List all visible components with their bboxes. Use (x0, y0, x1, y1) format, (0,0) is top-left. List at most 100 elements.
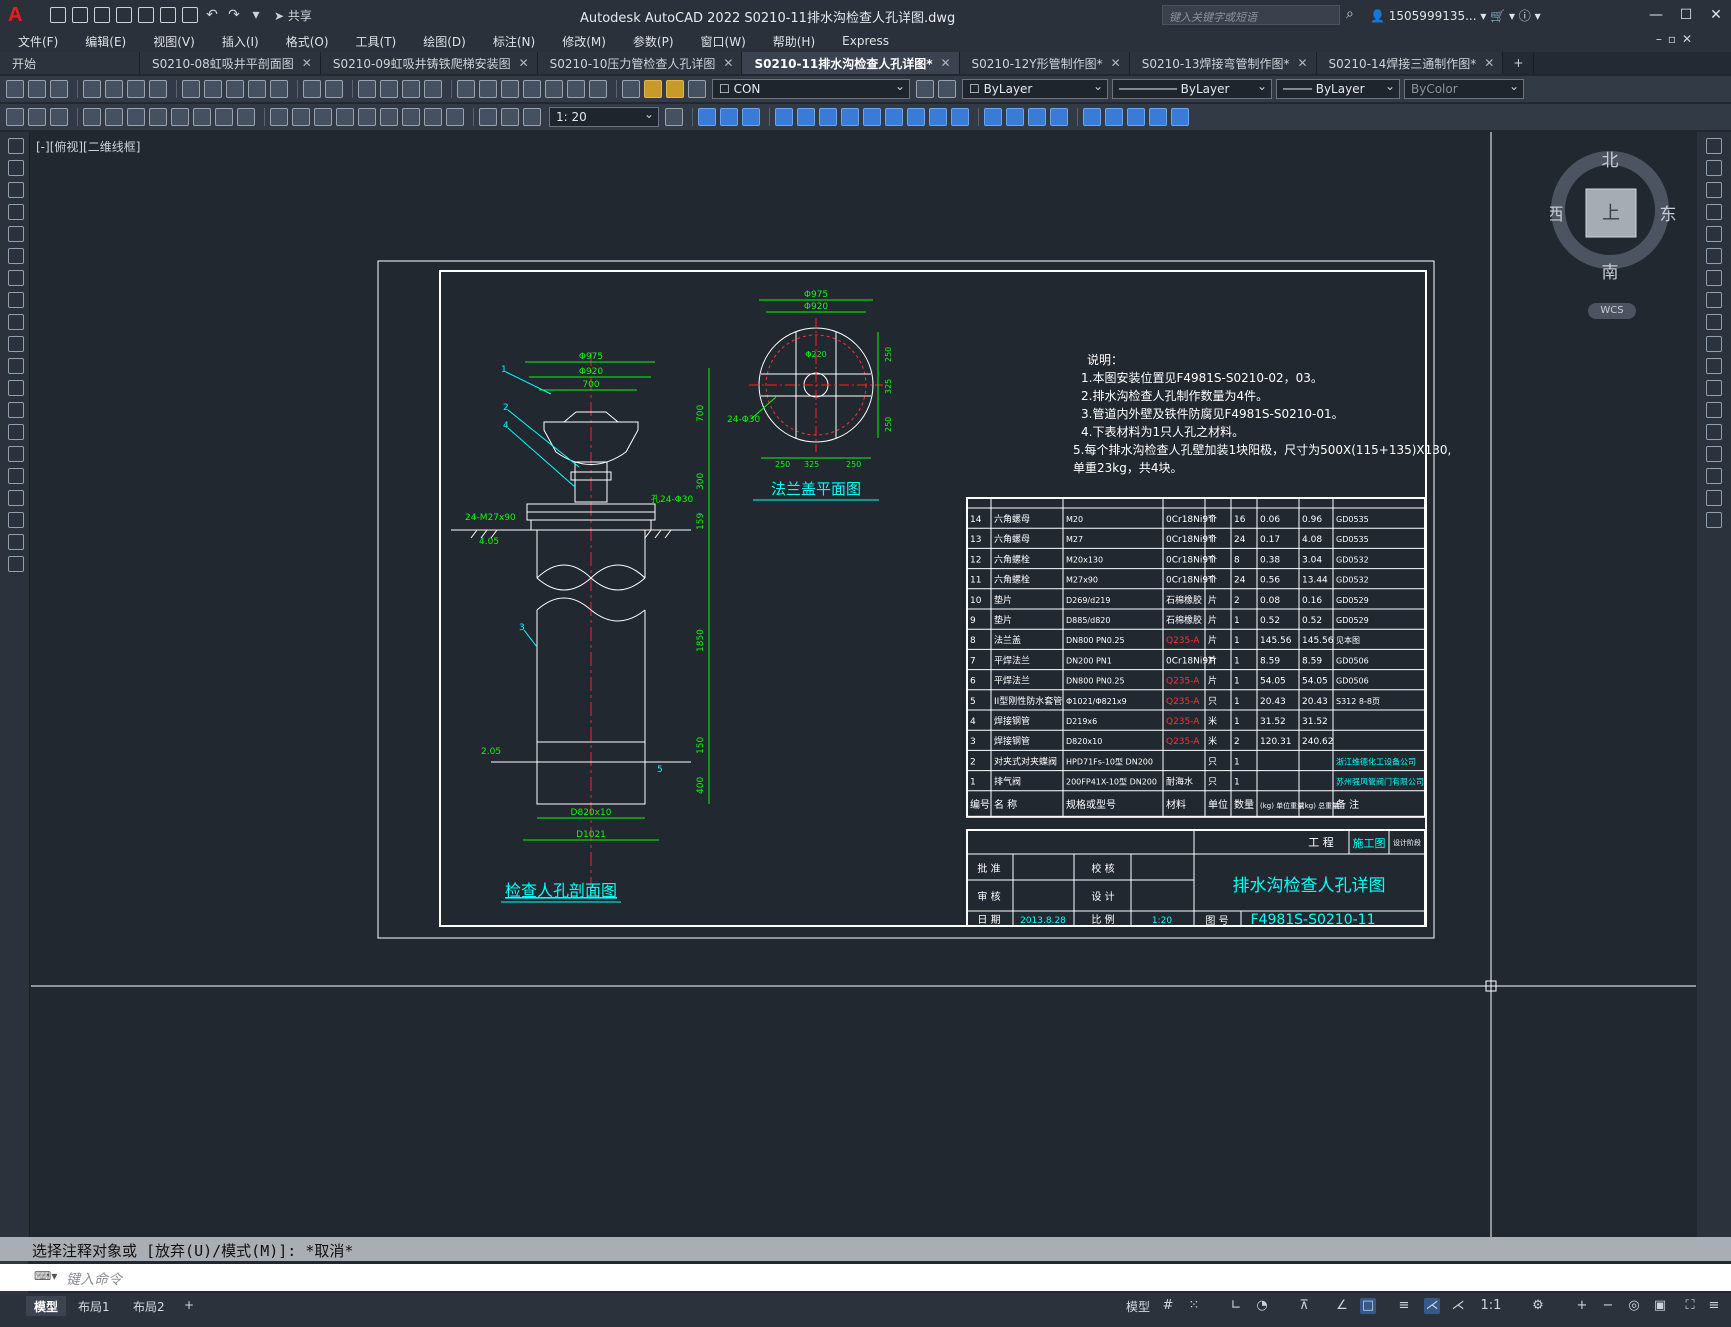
block-icon[interactable] (8, 402, 24, 418)
close-icon[interactable]: ✕ (723, 56, 733, 70)
menu-tools[interactable]: 工具(T) (356, 33, 397, 50)
block-editor-icon[interactable] (270, 80, 288, 98)
calculator-icon[interactable] (567, 80, 585, 98)
menu-express[interactable]: Express (842, 34, 889, 48)
extend-icon[interactable] (907, 108, 925, 126)
close-icon[interactable]: ✕ (1111, 56, 1121, 70)
aligned-dim-icon[interactable] (105, 108, 123, 126)
linear-dim-icon[interactable] (83, 108, 101, 126)
open-icon[interactable] (28, 80, 46, 98)
center-mark-icon[interactable] (402, 108, 420, 126)
stretch-icon[interactable] (863, 108, 881, 126)
mirror-icon[interactable] (720, 108, 738, 126)
break-at-point-icon[interactable] (1706, 380, 1722, 396)
offset-icon[interactable] (1706, 204, 1722, 220)
rotate-icon[interactable] (819, 108, 837, 126)
app-logo[interactable]: A (8, 4, 30, 26)
units-icon[interactable]: − (1600, 1298, 1616, 1314)
layer-on-icon[interactable] (644, 80, 662, 98)
mtext-icon[interactable] (8, 534, 24, 550)
fillet-icon[interactable] (1006, 108, 1024, 126)
diameter-dim-icon[interactable] (215, 108, 233, 126)
tab-layout1[interactable]: 布局1 (70, 1296, 118, 1316)
ellipse-arc-icon[interactable] (8, 358, 24, 374)
construction-line-icon[interactable] (8, 160, 24, 176)
compass-east[interactable]: 东 (1660, 205, 1677, 225)
annotation-monitor-icon[interactable]: + (1574, 1298, 1590, 1314)
tab-model[interactable]: 模型 (26, 1296, 67, 1316)
tab-file[interactable]: S0210-09虹吸井铸铁爬梯安装图 ✕ (320, 52, 538, 74)
polar-icon[interactable]: ◔ (1254, 1298, 1270, 1314)
break-icon[interactable] (929, 108, 947, 126)
zoom-window-icon[interactable] (402, 80, 420, 98)
tab-file[interactable]: S0210-12Y形管制作图* ✕ (959, 52, 1130, 74)
match-properties-icon[interactable] (248, 80, 266, 98)
menu-dimension[interactable]: 标注(N) (493, 33, 535, 50)
array-icon[interactable] (775, 108, 793, 126)
break-icon[interactable] (1706, 402, 1722, 418)
join-icon[interactable] (1706, 424, 1722, 440)
tab-file[interactable]: S0210-13焊接弯管制作图* ✕ (1129, 52, 1317, 74)
region-icon[interactable] (8, 490, 24, 506)
menu-parameters[interactable]: 参数(P) (633, 33, 674, 50)
close-icon[interactable]: ✕ (1484, 56, 1494, 70)
add-layout-button[interactable]: + (176, 1296, 202, 1316)
menu-format[interactable]: 格式(O) (286, 33, 329, 50)
menu-file[interactable]: 文件(F) (18, 33, 58, 50)
save-icon[interactable] (50, 80, 68, 98)
wcs-menu[interactable]: WCS (1588, 303, 1636, 319)
ordinate-dim-icon[interactable] (149, 108, 167, 126)
tab-layout2[interactable]: 布局2 (125, 1296, 173, 1316)
dim-break-icon[interactable] (358, 108, 376, 126)
point-icon[interactable] (8, 424, 24, 440)
search-icon[interactable]: ⌕ (1346, 6, 1362, 22)
layer-previous-icon[interactable] (938, 80, 956, 98)
gradient-icon[interactable] (8, 468, 24, 484)
ellipse-icon[interactable] (8, 336, 24, 352)
chamfer-icon[interactable] (1706, 446, 1722, 462)
isolate-objects-icon[interactable]: ◎ (1626, 1298, 1642, 1314)
array-icon[interactable] (1706, 226, 1722, 242)
dim-edit-icon[interactable] (479, 108, 497, 126)
command-prompt-icon[interactable]: ⌨▾ (34, 1269, 57, 1283)
properties-icon[interactable] (457, 80, 475, 98)
object-snap-icon[interactable]: □ (1360, 1298, 1376, 1314)
multileader-icon[interactable] (6, 108, 24, 126)
design-center-icon[interactable] (479, 80, 497, 98)
chamfer-icon[interactable] (984, 108, 1002, 126)
user-account[interactable]: 👤 1505999135... ▾ 🛒 ▾ ⓘ ▾ (1370, 7, 1541, 24)
dim-space-icon[interactable] (336, 108, 354, 126)
copy-object-icon[interactable] (698, 108, 716, 126)
scale-icon[interactable] (1706, 292, 1722, 308)
baseline-dim-icon[interactable] (292, 108, 310, 126)
stretch-icon[interactable] (1706, 314, 1722, 330)
close-icon[interactable]: ✕ (1297, 56, 1307, 70)
line-icon[interactable] (8, 138, 24, 154)
sheet-set-icon[interactable] (523, 80, 541, 98)
workspace-gear-icon[interactable]: ⚙ (1530, 1298, 1546, 1314)
table-icon[interactable] (8, 512, 24, 528)
radius-dim-icon[interactable] (171, 108, 189, 126)
move-icon[interactable] (1706, 248, 1722, 264)
new-tab-button[interactable]: + (1503, 52, 1535, 74)
plotstyle-select[interactable]: ByColor (1404, 79, 1524, 99)
mirror-icon[interactable] (1706, 182, 1722, 198)
polyline-icon[interactable] (8, 182, 24, 198)
open-web-icon[interactable] (138, 7, 154, 23)
tolerance-icon[interactable] (380, 108, 398, 126)
model-space-button[interactable]: 模型 (1118, 1296, 1158, 1316)
arc-icon[interactable] (8, 248, 24, 264)
help-icon[interactable] (589, 80, 607, 98)
inspect-icon[interactable] (424, 108, 442, 126)
drawing-canvas[interactable]: Φ975 Φ920 700 700 300 159 1850 150 400 孔… (31, 132, 1696, 1237)
tab-file[interactable]: S0210-10压力管检查人孔详图 ✕ (537, 52, 743, 74)
pan-icon[interactable] (358, 80, 376, 98)
customize-dropdown-icon[interactable]: ▾ (248, 7, 264, 23)
compass-west[interactable]: 西 (1547, 205, 1564, 225)
add-selected-icon[interactable] (8, 556, 24, 572)
offset-icon[interactable] (742, 108, 760, 126)
table-icon[interactable] (28, 108, 46, 126)
rotate-icon[interactable] (1706, 270, 1722, 286)
redo-icon[interactable] (325, 80, 343, 98)
save-as-icon[interactable] (116, 7, 132, 23)
